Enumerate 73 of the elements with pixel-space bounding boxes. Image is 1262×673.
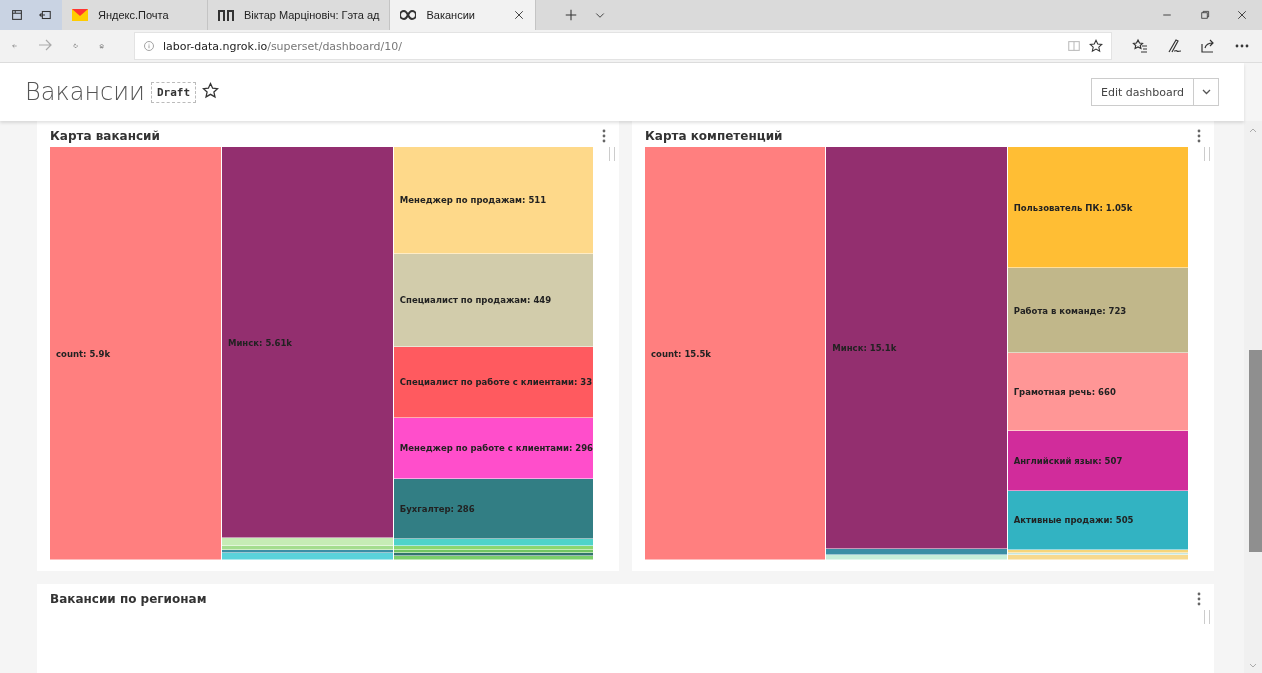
- star-icon[interactable]: [202, 81, 219, 99]
- treemap-cell[interactable]: [221, 546, 393, 550]
- cell-label: count: 15.5k: [650, 348, 712, 359]
- reading-view-icon[interactable]: [1067, 39, 1081, 53]
- chart-title: Карта компетенций: [645, 129, 784, 143]
- restore-icon[interactable]: [1199, 9, 1210, 21]
- scroll-up-icon[interactable]: [1249, 127, 1257, 133]
- resize-handle[interactable]: [609, 147, 615, 161]
- treemap-cell[interactable]: [393, 546, 593, 551]
- share-icon[interactable]: [1200, 38, 1216, 54]
- more-icon[interactable]: [1197, 592, 1201, 606]
- cell-label: Активные продажи: 505: [1012, 515, 1134, 526]
- treemap-cell[interactable]: [826, 554, 1007, 560]
- treemap-cell[interactable]: Менеджер по работе с клиентами: 296: [393, 417, 593, 480]
- pen-icon[interactable]: [1166, 38, 1182, 54]
- close-tab-icon[interactable]: [513, 9, 526, 21]
- more-icon[interactable]: [1197, 129, 1201, 143]
- resize-handle[interactable]: [1204, 610, 1210, 624]
- treemap-cell[interactable]: Специалист по работе с клиентами: 33: [393, 346, 593, 418]
- treemap-cell[interactable]: Работа в команде: 723: [1007, 268, 1188, 353]
- chart-title: Вакансии по регионам: [50, 592, 208, 606]
- treemap-cell[interactable]: [826, 548, 1007, 555]
- cell-label: Английский язык: 507: [1012, 455, 1123, 466]
- cell-label: count: 5.9k: [55, 348, 111, 359]
- cell-label: Менеджер по продажам: 511: [398, 195, 547, 206]
- cell-label: Грамотная речь: 660: [1012, 386, 1116, 397]
- url-text: labor-data.ngrok.io/superset/dashboard/10/: [163, 39, 403, 53]
- treemap-cell[interactable]: [1007, 555, 1188, 560]
- treemap-cell[interactable]: Пользователь ПК: 1.05k: [1007, 147, 1188, 269]
- cell-label: Минск: 15.1k: [831, 342, 897, 353]
- treemap-cell[interactable]: [393, 555, 593, 560]
- cell-label: Менеджер по работе с клиентами: 296: [398, 443, 593, 454]
- close-icon[interactable]: [1236, 9, 1248, 21]
- dashboard-title: Вакансии: [25, 78, 145, 106]
- new-tab-icon[interactable]: [564, 8, 579, 22]
- treemap-cell[interactable]: [1007, 549, 1188, 553]
- cell-label: Бухгалтер: 286: [398, 504, 475, 515]
- tabs-icon[interactable]: [10, 8, 24, 22]
- browser-tab[interactable]: Вакансии: [390, 0, 537, 30]
- cell-label: Работа в команде: 723: [1012, 305, 1127, 316]
- resize-handle[interactable]: [1204, 147, 1210, 161]
- scroll-thumb[interactable]: [1249, 350, 1262, 552]
- treemap-cell[interactable]: Грамотная речь: 660: [1007, 352, 1188, 432]
- treemap-cell[interactable]: Специалист по продажам: 449: [393, 253, 593, 347]
- treemap-cell[interactable]: count: 5.9k: [50, 147, 221, 560]
- treemap-cell[interactable]: Активные продажи: 505: [1007, 490, 1188, 550]
- cell-label: Пользователь ПК: 1.05k: [1012, 202, 1133, 213]
- favorites-icon[interactable]: [1132, 38, 1148, 54]
- set-aside-icon[interactable]: [38, 8, 52, 22]
- treemap-cell[interactable]: [221, 538, 393, 547]
- logo-icon: [218, 9, 234, 21]
- more-icon[interactable]: [602, 129, 606, 143]
- cell-label: Специалист по работе с клиентами: 33: [398, 377, 593, 388]
- treemap-cell[interactable]: [221, 553, 393, 560]
- chevron-down-icon: [1201, 89, 1211, 95]
- infinity-icon: [400, 10, 417, 20]
- envelope-icon: [72, 9, 88, 21]
- cell-label: Специалист по продажам: 449: [398, 295, 552, 306]
- treemap-cell[interactable]: [393, 538, 593, 547]
- cell-label: Минск: 5.61k: [226, 337, 292, 348]
- treemap-cell[interactable]: count: 15.5k: [645, 147, 826, 560]
- treemap-cell[interactable]: [393, 550, 593, 553]
- treemap-cell[interactable]: [1007, 552, 1188, 556]
- scrollbar[interactable]: [1244, 121, 1262, 673]
- scroll-down-icon[interactable]: [1249, 663, 1257, 669]
- treemap-cell[interactable]: [221, 549, 393, 553]
- draft-badge: Draft: [150, 81, 196, 103]
- info-icon[interactable]: [143, 40, 155, 52]
- treemap-cell[interactable]: Менеджер по продажам: 511: [393, 147, 593, 254]
- star-icon[interactable]: [1089, 39, 1103, 53]
- chart-title: Карта вакансий: [50, 129, 161, 143]
- address-bar[interactable]: labor-data.ngrok.io/superset/dashboard/10/: [134, 32, 1112, 60]
- treemap-cell[interactable]: [393, 553, 593, 556]
